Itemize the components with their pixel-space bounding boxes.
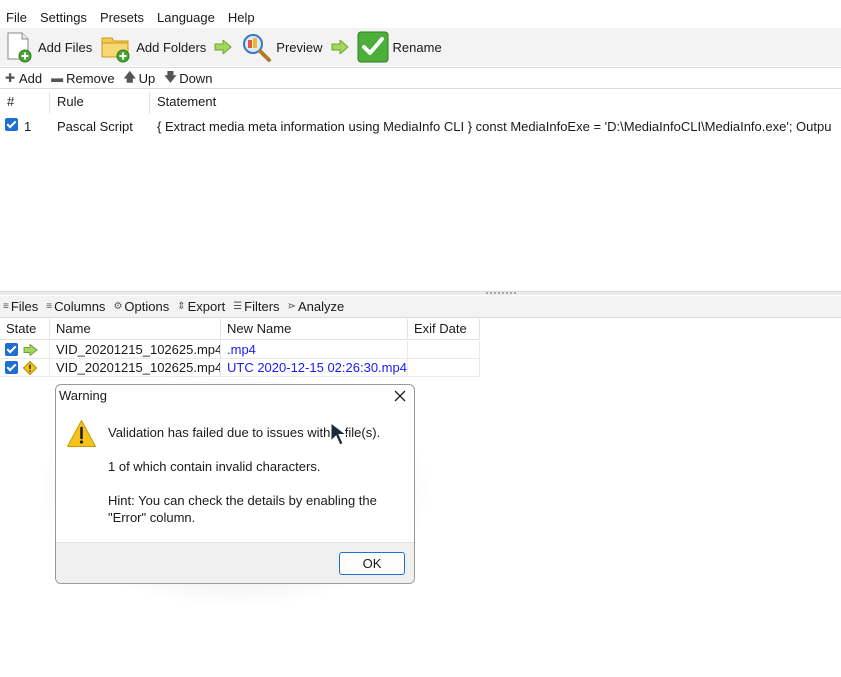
plus-icon: ✚ — [4, 71, 16, 85]
filters-label: Filters — [244, 299, 280, 314]
table-row[interactable]: VID_20201215_102625.mp4 UTC 2020-12-15 0… — [0, 359, 480, 377]
warning-icon — [23, 360, 37, 375]
rule-row[interactable]: 1 Pascal Script { Extract media meta inf… — [0, 116, 841, 136]
analyze-menu-button[interactable]: ⋗ Analyze — [285, 299, 350, 314]
warning-dialog: Warning Validation has failed due to iss… — [55, 384, 415, 584]
dialog-footer: OK — [56, 542, 414, 583]
main-toolbar: Add Files Add Folders Preview Rename — [0, 28, 841, 66]
dialog-message-line2: 1 of which contain invalid characters. — [108, 459, 321, 474]
options-icon: ⚙ — [113, 301, 123, 312]
file-exif-date — [408, 359, 480, 377]
column-header-new-name[interactable]: New Name — [221, 319, 408, 340]
rename-button[interactable]: Rename — [353, 30, 446, 64]
column-header-statement[interactable]: Statement — [150, 92, 841, 114]
file-new-name: .mp4 — [221, 341, 408, 359]
file-name: VID_20201215_102625.mp4 — [50, 341, 221, 359]
mouse-cursor-icon — [330, 421, 348, 446]
dialog-message-line1: Validation has failed due to issues with… — [108, 425, 381, 440]
dialog-hint: Hint: You can check the details by enabl… — [108, 493, 377, 525]
arrow-down-icon: 🡇 — [164, 69, 177, 84]
file-name: VID_20201215_102625.mp4 — [50, 359, 221, 377]
file-new-name: UTC 2020-12-15 02:26:30.mp4 — [221, 359, 408, 377]
menu-language[interactable]: Language — [151, 8, 222, 28]
rename-label: Rename — [392, 39, 442, 55]
green-arrow-icon — [23, 343, 38, 356]
files-menu-button[interactable]: ≡ Files — [0, 299, 43, 314]
dialog-body: Validation has failed due to issues with… — [56, 409, 414, 542]
add-rule-button[interactable]: ✚ Add — [0, 71, 47, 86]
rule-checkbox[interactable] — [5, 118, 18, 131]
move-down-label: Down — [179, 70, 213, 86]
move-up-button[interactable]: 🡅 Up — [120, 68, 161, 89]
export-icon: ⇕ — [177, 301, 186, 312]
options-label: Options — [124, 299, 170, 314]
files-icon: ≡ — [3, 301, 9, 312]
file-checkbox[interactable] — [5, 343, 18, 356]
move-down-button[interactable]: 🡇 Down — [160, 68, 217, 89]
column-header-index[interactable]: # — [0, 92, 50, 114]
export-label: Export — [187, 299, 226, 314]
add-folders-label: Add Folders — [136, 39, 207, 55]
add-files-label: Add Files — [38, 39, 93, 55]
add-folders-icon — [101, 37, 130, 63]
column-header-name[interactable]: Name — [50, 319, 221, 340]
move-up-label: Up — [138, 70, 156, 86]
add-rule-label: Add — [19, 70, 43, 86]
table-row[interactable]: VID_20201215_102625.mp4 .mp4 — [0, 341, 480, 359]
columns-menu-button[interactable]: ≡ Columns — [43, 299, 110, 314]
splitter-grip[interactable] — [486, 292, 516, 295]
rule-name: Pascal Script — [57, 118, 133, 134]
add-files-button[interactable]: Add Files — [0, 30, 96, 64]
remove-rule-button[interactable]: ▬ Remove — [47, 71, 119, 86]
rule-index: 1 — [24, 118, 32, 134]
analyze-label: Analyze — [297, 299, 345, 314]
filters-menu-button[interactable]: ☰ Filters — [230, 299, 284, 314]
menu-settings[interactable]: Settings — [34, 8, 94, 28]
warning-triangle-icon — [67, 420, 96, 447]
export-menu-button[interactable]: ⇕ Export — [174, 299, 230, 314]
arrow-right-icon — [214, 40, 233, 54]
menu-bar: File Settings Presets Language Help — [0, 8, 262, 28]
remove-rule-label: Remove — [66, 70, 115, 86]
rule-statement: { Extract media meta information using M… — [157, 118, 832, 134]
dialog-title: Warning — [59, 388, 107, 403]
rules-toolbar: ✚ Add ▬ Remove 🡅 Up 🡇 Down — [0, 67, 841, 89]
add-folders-button[interactable]: Add Folders — [96, 30, 210, 64]
menu-help[interactable]: Help — [222, 8, 262, 28]
file-checkbox[interactable] — [5, 361, 18, 374]
add-files-icon — [7, 32, 32, 63]
options-menu-button[interactable]: ⚙ Options — [110, 299, 174, 314]
columns-label: Columns — [54, 299, 106, 314]
magnifier-icon — [243, 34, 272, 62]
analyze-icon: ⋗ — [287, 301, 296, 312]
checkmark-icon — [357, 31, 389, 63]
column-header-state[interactable]: State — [0, 319, 50, 340]
ok-button[interactable]: OK — [339, 552, 405, 575]
menu-presets[interactable]: Presets — [94, 8, 151, 28]
filters-icon: ☰ — [233, 301, 243, 312]
close-icon[interactable] — [393, 389, 407, 403]
file-exif-date — [408, 341, 480, 359]
panel-splitter[interactable] — [0, 291, 841, 295]
arrow-up-icon: 🡅 — [123, 69, 136, 84]
preview-button[interactable]: Preview — [236, 30, 326, 64]
arrow-right-icon — [331, 40, 349, 54]
rules-table-header: # Rule Statement — [0, 92, 841, 114]
minus-icon: ▬ — [51, 71, 64, 85]
files-label: Files — [10, 299, 39, 314]
columns-icon: ≡ — [46, 301, 53, 312]
preview-label: Preview — [276, 39, 323, 55]
files-table-header: State Name New Name Exif Date — [0, 319, 480, 340]
column-header-exif-date[interactable]: Exif Date — [408, 319, 480, 340]
files-toolbar: ≡ Files ≡ Columns ⚙ Options ⇕ Export ☰ F… — [0, 296, 841, 318]
column-header-rule[interactable]: Rule — [50, 92, 150, 114]
menu-file[interactable]: File — [0, 8, 34, 28]
